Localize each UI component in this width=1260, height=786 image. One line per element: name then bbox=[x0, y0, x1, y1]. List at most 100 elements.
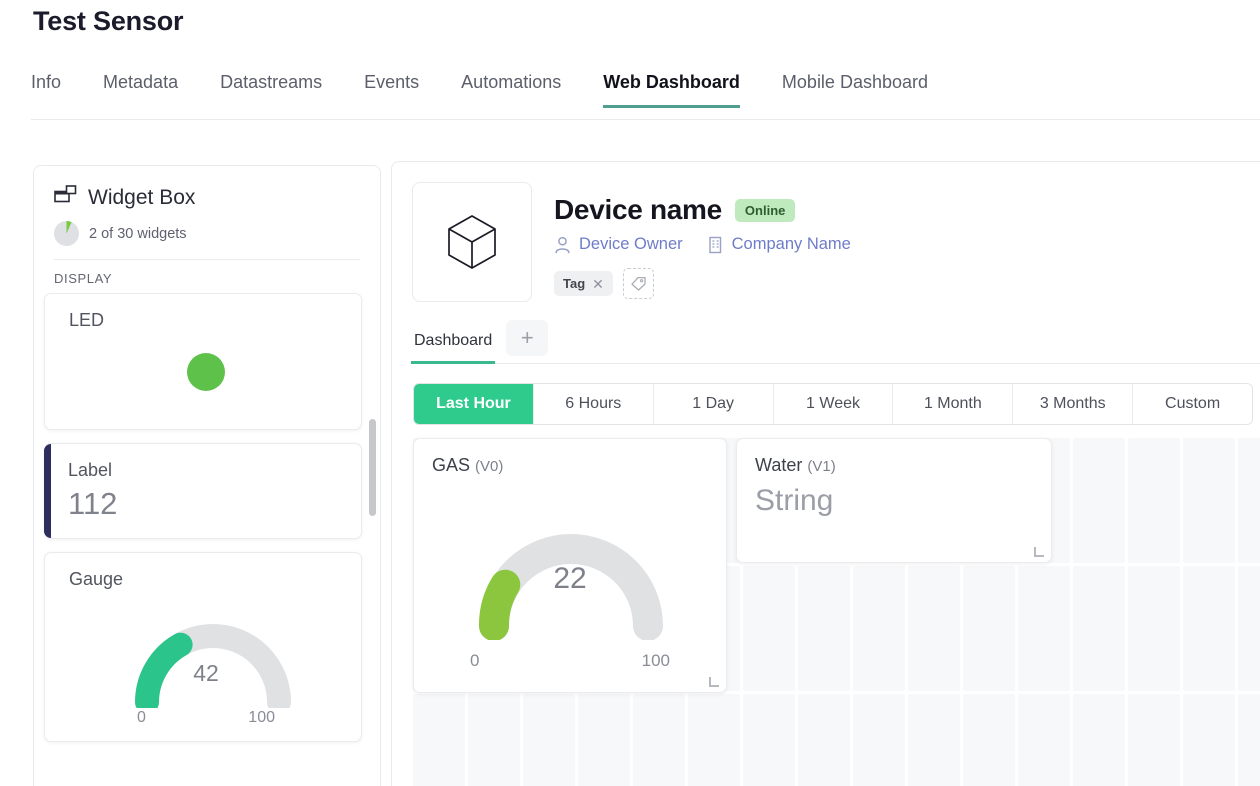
grid-cell[interactable] bbox=[1128, 566, 1180, 691]
widget-title: GAS (V0) bbox=[432, 455, 708, 476]
widget-card-title: Gauge bbox=[69, 569, 343, 590]
widget-card-value: 112 bbox=[68, 485, 343, 524]
range-1-month[interactable]: 1 Month bbox=[893, 384, 1013, 424]
tab-web-dashboard[interactable]: Web Dashboard bbox=[582, 72, 761, 107]
building-icon bbox=[707, 236, 724, 254]
range-custom[interactable]: Custom bbox=[1133, 384, 1252, 424]
grid-cell[interactable] bbox=[1073, 694, 1125, 786]
dashboard-tabbar: Dashboard + bbox=[412, 320, 1260, 364]
grid-cell[interactable] bbox=[468, 694, 520, 786]
grid-cell[interactable] bbox=[743, 566, 795, 691]
grid-cell[interactable] bbox=[853, 694, 905, 786]
dashboard-tab-dashboard[interactable]: Dashboard bbox=[412, 328, 494, 363]
grid-cell[interactable] bbox=[523, 694, 575, 786]
grid-cell[interactable] bbox=[1018, 694, 1070, 786]
tab-datastreams[interactable]: Datastreams bbox=[199, 72, 343, 107]
status-badge: Online bbox=[735, 199, 795, 222]
tab-mobile-dashboard[interactable]: Mobile Dashboard bbox=[761, 72, 949, 107]
grid-cell[interactable] bbox=[1238, 566, 1260, 691]
grid-cell[interactable] bbox=[633, 694, 685, 786]
gauge-min: 0 bbox=[137, 709, 146, 727]
tab-metadata[interactable]: Metadata bbox=[82, 72, 199, 107]
time-range-selector: Last Hour 6 Hours 1 Day 1 Week 1 Month 3… bbox=[413, 383, 1253, 425]
device-owner-label: Device Owner bbox=[579, 235, 683, 254]
gauge-range: 0 100 bbox=[69, 709, 343, 727]
device-meta-row: Device Owner Company Name bbox=[554, 235, 851, 254]
tag-row: Tag ✕ bbox=[554, 268, 851, 299]
widget-box-icon bbox=[54, 184, 78, 211]
tab-automations[interactable]: Automations bbox=[440, 72, 582, 107]
sidebar-scrollbar-thumb[interactable] bbox=[369, 419, 376, 516]
person-icon bbox=[554, 236, 571, 254]
gauge-max: 100 bbox=[642, 651, 670, 671]
gauge-value: 42 bbox=[69, 660, 343, 687]
grid-cell[interactable] bbox=[1018, 566, 1070, 691]
grid-cell[interactable] bbox=[798, 694, 850, 786]
grid-cell[interactable] bbox=[853, 566, 905, 691]
grid-cell[interactable] bbox=[413, 694, 465, 786]
widget-box-title: Widget Box bbox=[88, 186, 195, 210]
device-info: Device name Online Device Owner bbox=[554, 182, 851, 302]
tag-chip[interactable]: Tag ✕ bbox=[554, 271, 613, 296]
grid-cell[interactable] bbox=[1073, 438, 1125, 563]
gauge-arc-icon bbox=[69, 598, 357, 708]
grid-cell[interactable] bbox=[688, 694, 740, 786]
widget-resize-handle[interactable] bbox=[709, 677, 719, 687]
device-owner-link[interactable]: Device Owner bbox=[554, 235, 683, 254]
device-name-row: Device name Online bbox=[554, 194, 851, 226]
led-indicator-icon bbox=[187, 353, 225, 391]
grid-cell[interactable] bbox=[1183, 566, 1235, 691]
grid-cell[interactable] bbox=[908, 566, 960, 691]
grid-cell[interactable] bbox=[963, 566, 1015, 691]
range-3-months[interactable]: 3 Months bbox=[1013, 384, 1133, 424]
device-thumbnail[interactable] bbox=[412, 182, 532, 302]
grid-cell[interactable] bbox=[743, 694, 795, 786]
widget-box-title-row: Widget Box bbox=[54, 184, 360, 211]
widget-title-text: GAS bbox=[432, 455, 470, 475]
add-tag-button[interactable] bbox=[623, 268, 654, 299]
dashboard-widget-gas[interactable]: GAS (V0) 22 0 100 bbox=[413, 438, 727, 693]
device-header: Device name Online Device Owner bbox=[392, 162, 1260, 302]
widget-section-label-display: DISPLAY bbox=[34, 260, 380, 293]
widget-card-label[interactable]: Label 112 bbox=[44, 443, 362, 539]
tab-events[interactable]: Events bbox=[343, 72, 440, 107]
gauge-value: 22 bbox=[432, 562, 708, 596]
dashboard-widget-water[interactable]: Water (V1) String bbox=[736, 438, 1052, 563]
range-6-hours[interactable]: 6 Hours bbox=[534, 384, 654, 424]
widget-card-title: Label bbox=[68, 460, 343, 481]
widget-resize-handle[interactable] bbox=[1034, 547, 1044, 557]
grid-cell[interactable] bbox=[798, 566, 850, 691]
grid-cell[interactable] bbox=[963, 694, 1015, 786]
range-1-day[interactable]: 1 Day bbox=[654, 384, 774, 424]
grid-cell[interactable] bbox=[1238, 438, 1260, 563]
add-dashboard-button[interactable]: + bbox=[506, 320, 548, 356]
range-1-week[interactable]: 1 Week bbox=[774, 384, 894, 424]
widget-card-title: LED bbox=[69, 310, 343, 331]
page-title: Test Sensor bbox=[33, 6, 183, 37]
widget-list[interactable]: LED Label 112 Gauge 42 bbox=[34, 293, 380, 786]
grid-cell[interactable] bbox=[1183, 694, 1235, 786]
grid-cell[interactable] bbox=[1073, 566, 1125, 691]
company-link[interactable]: Company Name bbox=[707, 235, 851, 254]
widget-box-header: Widget Box 2 of 30 widgets bbox=[34, 166, 380, 260]
grid-cell[interactable] bbox=[1128, 694, 1180, 786]
cube-icon bbox=[445, 213, 499, 271]
grid-cell[interactable] bbox=[908, 694, 960, 786]
led-preview bbox=[69, 331, 343, 415]
tab-info[interactable]: Info bbox=[31, 72, 82, 107]
widget-card-led[interactable]: LED bbox=[44, 293, 362, 430]
grid-cell[interactable] bbox=[578, 694, 630, 786]
dashboard-grid[interactable]: GAS (V0) 22 0 100 bbox=[413, 438, 1260, 768]
widget-card-gauge[interactable]: Gauge 42 0 100 bbox=[44, 552, 362, 742]
company-label: Company Name bbox=[732, 235, 851, 254]
widget-value: String bbox=[755, 484, 1033, 518]
device-name: Device name bbox=[554, 194, 722, 226]
grid-cell[interactable] bbox=[1238, 694, 1260, 786]
range-last-hour[interactable]: Last Hour bbox=[414, 384, 534, 424]
widget-count-text: 2 of 30 widgets bbox=[89, 226, 187, 242]
gauge-max: 100 bbox=[248, 709, 275, 727]
gauge-range: 0 100 bbox=[432, 651, 708, 671]
grid-cell[interactable] bbox=[1183, 438, 1235, 563]
tag-remove-icon[interactable]: ✕ bbox=[592, 277, 604, 291]
grid-cell[interactable] bbox=[1128, 438, 1180, 563]
